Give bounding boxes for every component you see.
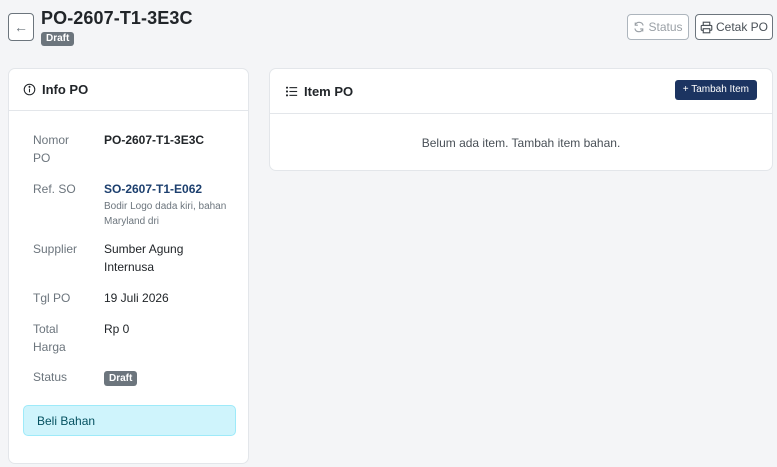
info-value: Sumber Agung Internusa (104, 242, 184, 274)
empty-message: Belum ada item. Tambah item bahan. (421, 136, 621, 150)
add-item-button[interactable]: + Tambah Item (674, 80, 757, 100)
info-value: Rp 0 (104, 322, 130, 336)
info-po-card: Info PO Nomor PO PO-2607-T1-3E3C Ref. SO… (8, 68, 249, 464)
info-label: Total Harga (33, 322, 66, 354)
back-button[interactable]: ← (8, 13, 34, 41)
page-title: PO-2607-T1-3E3C (41, 8, 193, 28)
so-link[interactable]: SO-2607-T1-E062 (104, 180, 236, 198)
refresh-icon (633, 21, 645, 33)
print-button[interactable]: Cetak PO (695, 14, 773, 40)
status-badge: Draft (41, 32, 75, 46)
arrow-left-icon: ← (14, 19, 28, 35)
so-note: Bodir Logo dada kiri, bahan Maryland dri (104, 201, 227, 227)
info-label: Ref. SO (33, 182, 76, 196)
status-button-label: Status (648, 20, 683, 34)
print-button-label: Cetak PO (715, 20, 769, 34)
info-icon (23, 83, 36, 96)
list-icon (286, 86, 298, 97)
item-po-card: Item PO + Tambah Item Belum ada item. Ta… (269, 68, 773, 171)
info-po-title: Info PO (42, 82, 89, 97)
info-value: PO-2607-T1-3E3C (104, 133, 205, 147)
info-label: Nomor PO (33, 133, 70, 165)
info-label: Status (33, 370, 68, 384)
info-po-header: Info PO (9, 69, 248, 111)
info-value: 19 Juli 2026 (104, 291, 169, 305)
info-label: Tgl PO (33, 291, 71, 305)
status-badge: Draft (104, 371, 138, 386)
po-type-alert: Beli Bahan (23, 405, 236, 436)
item-po-title: Item PO (304, 83, 354, 99)
info-label: Supplier (33, 242, 78, 256)
status-button[interactable]: Status (627, 14, 689, 40)
printer-icon (700, 21, 713, 34)
